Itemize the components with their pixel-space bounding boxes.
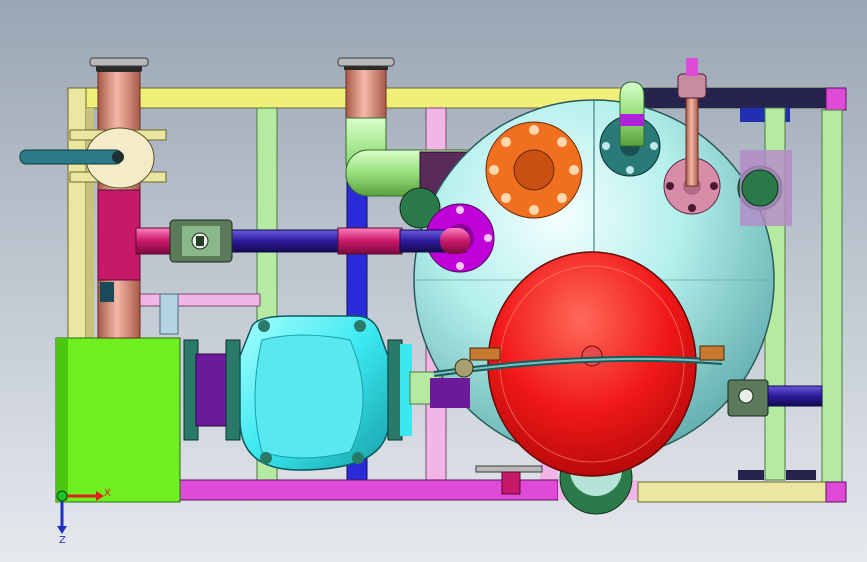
cad-viewport[interactable]: X Z — [0, 0, 867, 562]
pump-body[interactable] — [239, 315, 389, 471]
assembly-drawing: X Z — [0, 0, 867, 562]
left-riser-pipe — [89, 57, 149, 339]
x-axis-label: X — [104, 488, 111, 499]
middle-riser-pipe — [337, 57, 395, 127]
ball-valve-upper[interactable] — [169, 219, 233, 263]
origin-marker — [56, 490, 68, 502]
nozzle-flange-orange — [485, 121, 583, 219]
valve-lever[interactable] — [19, 149, 123, 165]
z-axis-label: Z — [59, 535, 66, 546]
base-block — [55, 337, 181, 503]
